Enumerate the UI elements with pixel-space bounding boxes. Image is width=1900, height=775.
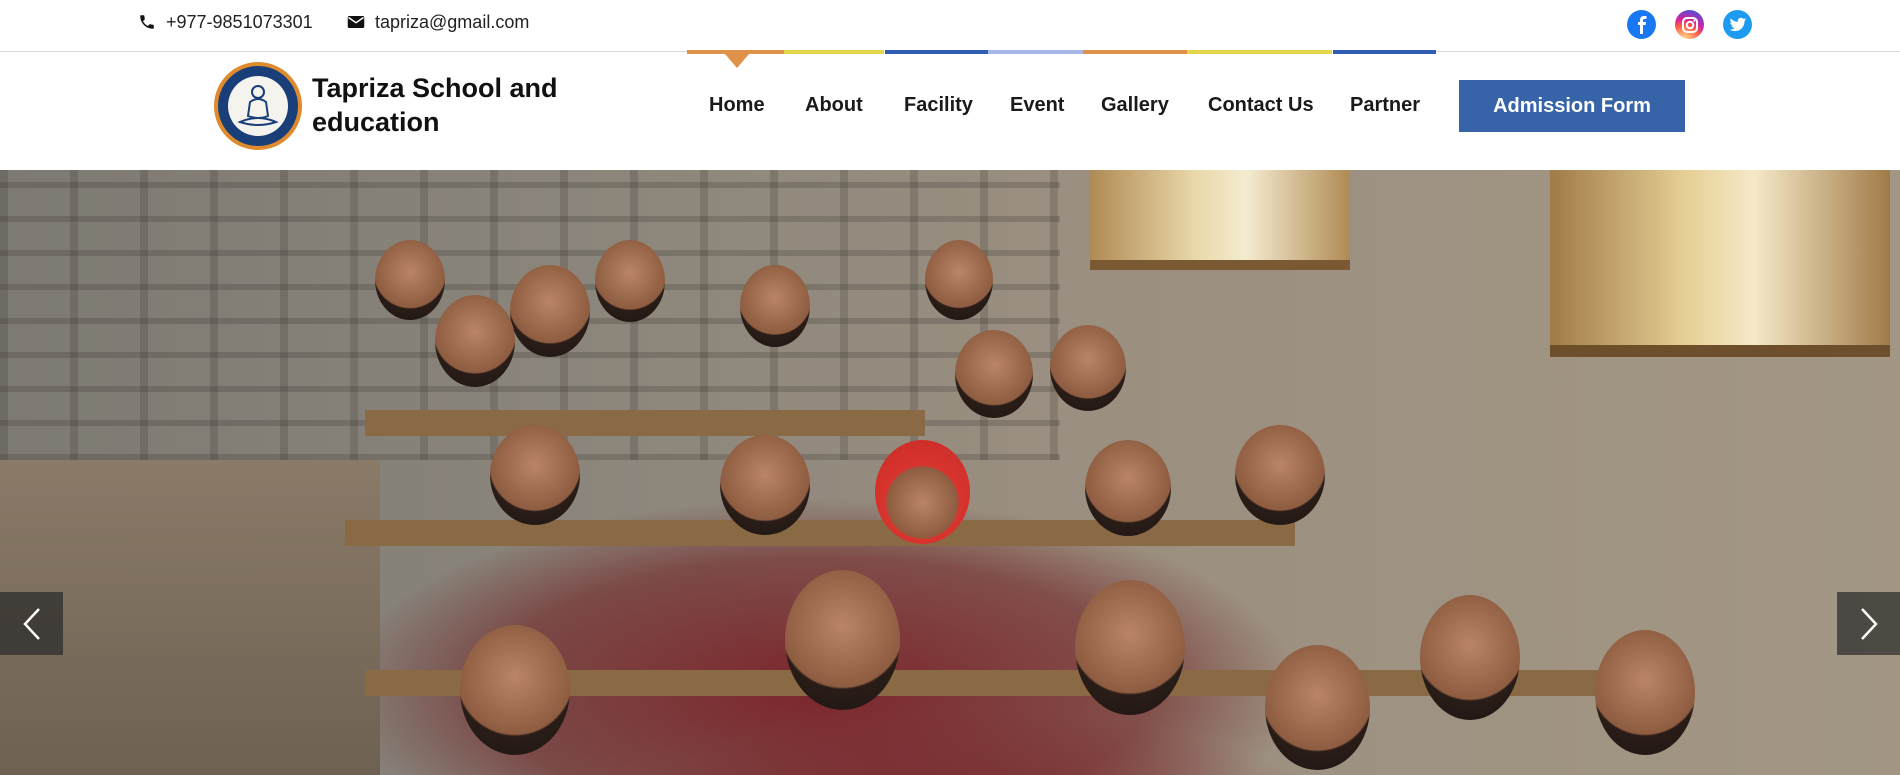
child — [785, 570, 900, 710]
nav-about[interactable]: About — [805, 94, 863, 117]
nav-event[interactable]: Event — [1010, 94, 1064, 117]
nav-gallery[interactable]: Gallery — [1101, 94, 1169, 117]
nav-accent-bar — [784, 50, 884, 54]
brand-name[interactable]: Tapriza School and education — [312, 71, 612, 139]
child — [1265, 645, 1370, 770]
hero-slider-image — [0, 170, 1900, 775]
child — [955, 330, 1033, 418]
admission-form-button[interactable]: Admission Form — [1459, 80, 1685, 132]
envelope-icon — [347, 16, 365, 28]
active-nav-caret — [725, 54, 749, 68]
slider-next-button[interactable] — [1837, 592, 1900, 655]
nav-accent-bar — [1333, 50, 1436, 54]
child — [375, 240, 445, 320]
child — [740, 265, 810, 347]
facebook-icon[interactable] — [1627, 10, 1656, 39]
nav-accent-bar — [885, 50, 988, 54]
phone-number: +977-9851073301 — [166, 11, 313, 32]
nav-partner[interactable]: Partner — [1350, 94, 1420, 117]
child — [1235, 425, 1325, 525]
child — [875, 440, 970, 544]
child — [1050, 325, 1126, 411]
nav-accent-bar — [1083, 50, 1187, 54]
desk — [365, 410, 925, 436]
child — [435, 295, 515, 387]
twitter-icon[interactable] — [1723, 10, 1752, 39]
meditating-figure-icon — [237, 85, 279, 126]
child — [510, 265, 590, 357]
child — [595, 240, 665, 322]
top-bar: +977-9851073301 tapriza@gmail.com — [0, 0, 1900, 52]
child — [925, 240, 993, 320]
child — [1595, 630, 1695, 755]
nav-home[interactable]: Home — [709, 94, 765, 117]
chevron-left-icon — [22, 607, 40, 640]
window — [1090, 170, 1350, 270]
child — [460, 625, 570, 755]
window — [1550, 170, 1890, 357]
phone-icon — [140, 15, 154, 29]
school-logo[interactable] — [214, 62, 302, 150]
nav-contact-us[interactable]: Contact Us — [1208, 94, 1314, 117]
instagram-icon[interactable] — [1675, 10, 1704, 39]
phone-contact[interactable]: +977-9851073301 — [138, 10, 313, 34]
nav-accent-bar — [988, 50, 1083, 54]
email-contact[interactable]: tapriza@gmail.com — [347, 10, 529, 34]
child — [1075, 580, 1185, 715]
email-address: tapriza@gmail.com — [375, 11, 530, 32]
nav-accent-bar — [1187, 50, 1332, 54]
child — [490, 425, 580, 525]
child — [720, 435, 810, 535]
chevron-right-icon — [1860, 607, 1878, 640]
slider-prev-button[interactable] — [0, 592, 63, 655]
nav-facility[interactable]: Facility — [904, 94, 973, 117]
child — [1085, 440, 1171, 536]
child — [1420, 595, 1520, 720]
